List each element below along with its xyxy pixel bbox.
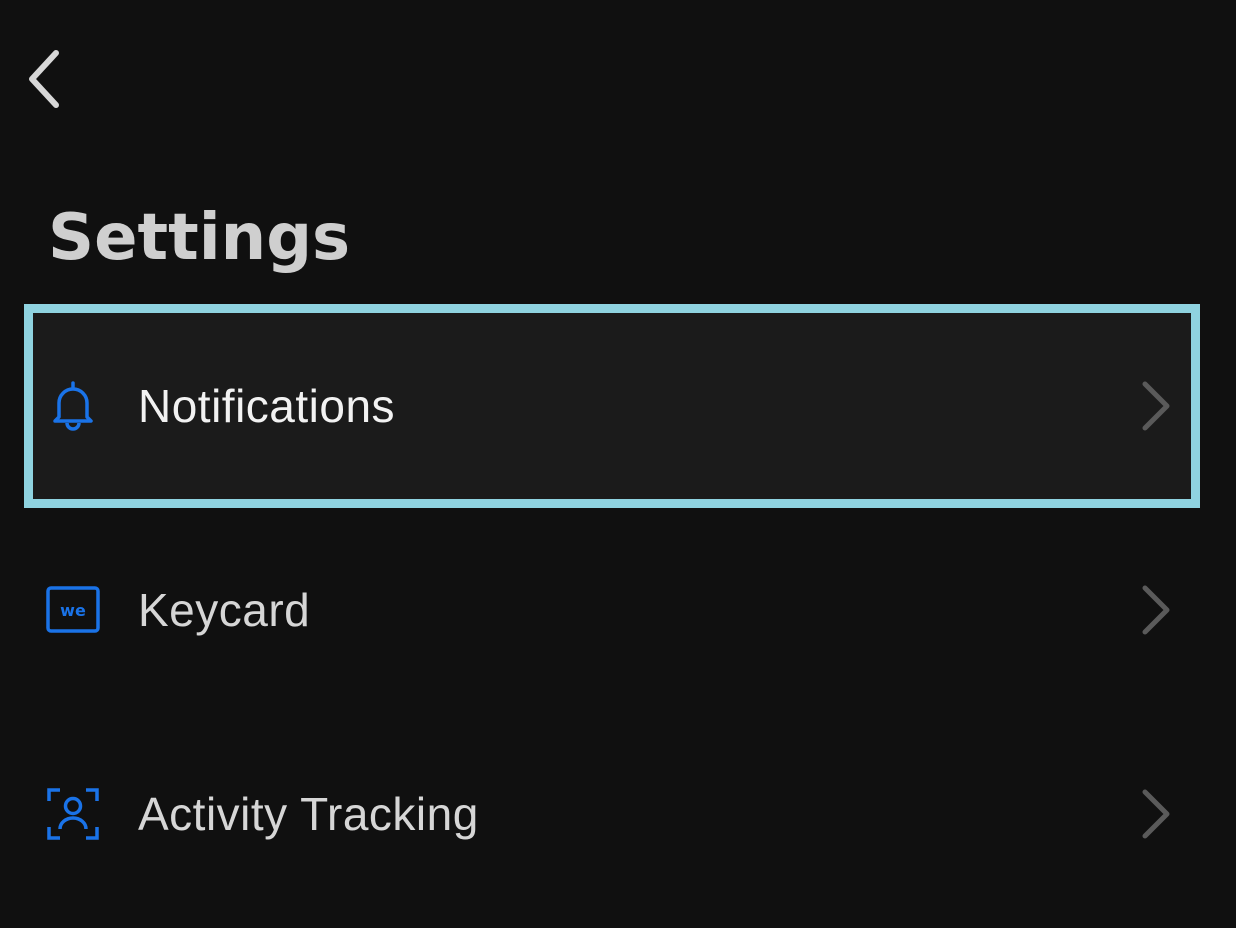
settings-item-keycard[interactable]: we Keycard [24, 508, 1200, 712]
page-title: Settings [48, 201, 351, 275]
back-button[interactable] [18, 42, 70, 116]
chevron-right-icon [1136, 584, 1176, 636]
keycard-icon: we [46, 583, 100, 637]
keycard-icon-text: we [60, 601, 86, 620]
settings-screen: Settings Notifications we Keycard Activi… [0, 0, 1236, 928]
settings-item-label: Notifications [138, 380, 396, 432]
settings-item-label: Activity Tracking [138, 788, 479, 840]
chevron-left-icon [29, 50, 59, 108]
bell-icon [46, 379, 100, 433]
chevron-right-icon [1136, 788, 1176, 840]
settings-item-label: Keycard [138, 584, 311, 636]
settings-list: Notifications we Keycard Activity Tracki… [0, 304, 1236, 916]
chevron-right-icon [1136, 380, 1176, 432]
settings-item-activity-tracking[interactable]: Activity Tracking [24, 712, 1200, 916]
person-scan-icon [46, 787, 100, 841]
settings-item-notifications[interactable]: Notifications [24, 304, 1200, 508]
